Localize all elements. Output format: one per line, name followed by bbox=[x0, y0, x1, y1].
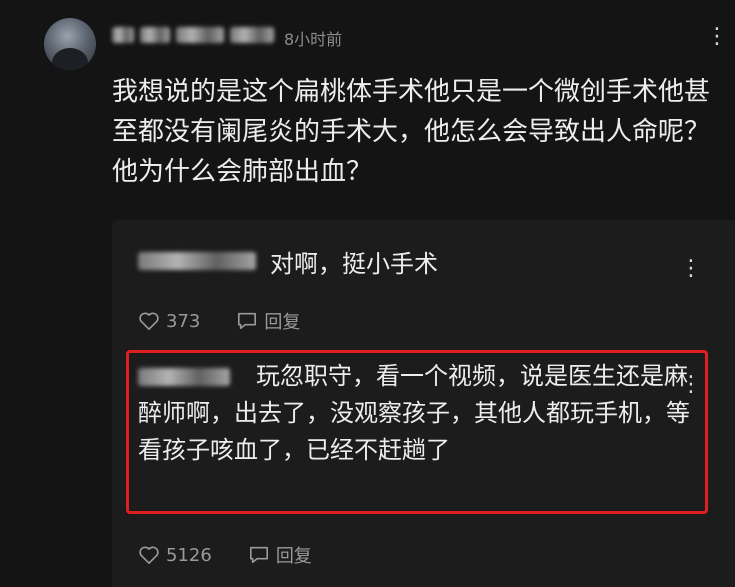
reply-text: 玩忽职守，看一个视频，说是医生还是麻醉师啊，出去了，没观察孩子，其他人都玩手机，… bbox=[138, 362, 690, 464]
blurred-name-part bbox=[176, 27, 224, 43]
username-blurred[interactable] bbox=[112, 24, 274, 46]
reply-label: 回复 bbox=[264, 312, 301, 333]
post-text: 我想说的是这个扁桃体手术他只是一个微创手术他甚至都没有阑尾炎的手术大，他怎么会导… bbox=[112, 77, 711, 187]
blurred-name-part bbox=[230, 27, 274, 43]
more-icon[interactable]: ⋮ bbox=[706, 26, 729, 48]
reply-author-blurred[interactable] bbox=[138, 252, 256, 270]
like-count: 5126 bbox=[166, 544, 212, 566]
reply-actions: 5126 回复 bbox=[138, 542, 348, 568]
reply-actions: 373 回复 bbox=[138, 308, 336, 334]
avatar[interactable] bbox=[44, 18, 96, 70]
like-count: 373 bbox=[166, 310, 201, 332]
reply-button[interactable]: 回复 bbox=[248, 542, 312, 568]
like-button[interactable]: 5126 bbox=[138, 545, 212, 566]
more-icon[interactable]: ⋮ bbox=[680, 374, 702, 396]
blurred-name bbox=[138, 252, 256, 270]
blurred-name-part bbox=[112, 27, 134, 43]
reply-label: 回复 bbox=[275, 546, 312, 567]
comment-icon bbox=[238, 312, 257, 330]
post-timestamp: 8小时前 bbox=[284, 30, 343, 49]
reply-text: 对啊，挺小手术 bbox=[270, 250, 438, 278]
reply-button[interactable]: 回复 bbox=[236, 308, 300, 334]
avatar-shoulders bbox=[52, 48, 88, 70]
more-icon[interactable]: ⋮ bbox=[680, 258, 702, 280]
blurred-name-part bbox=[140, 27, 170, 43]
comment-icon bbox=[249, 546, 268, 564]
heart-icon bbox=[139, 546, 159, 564]
like-button[interactable]: 373 bbox=[138, 311, 200, 332]
heart-icon bbox=[139, 312, 159, 330]
